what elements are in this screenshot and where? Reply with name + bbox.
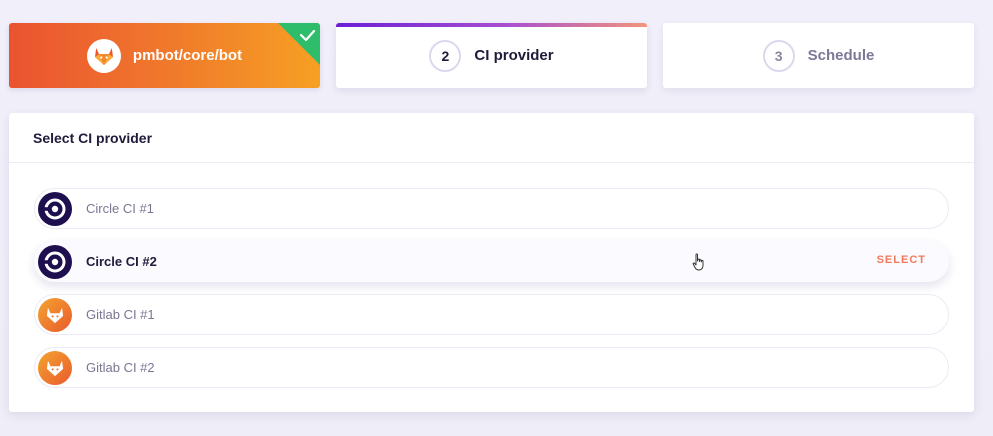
provider-item[interactable]: Circle CI #1: [34, 188, 949, 229]
select-button[interactable]: SELECT: [877, 254, 926, 266]
provider-label: Circle CI #1: [86, 201, 154, 216]
provider-label: Gitlab CI #2: [86, 360, 155, 375]
step-ci-provider[interactable]: 2 CI provider: [336, 23, 647, 88]
gitlab-fox-icon: [38, 297, 72, 332]
step-schedule-label: Schedule: [807, 47, 875, 64]
circleci-icon: [38, 244, 72, 279]
provider-item[interactable]: Gitlab CI #1: [34, 294, 949, 335]
provider-label: Circle CI #2: [86, 254, 157, 269]
provider-item[interactable]: Gitlab CI #2: [34, 347, 949, 388]
check-icon: [278, 23, 320, 65]
circleci-icon: [38, 191, 72, 226]
gitlab-fox-icon: [86, 38, 121, 73]
step-repository-label: pmbot/core/bot: [132, 47, 243, 64]
step-schedule[interactable]: 3 Schedule: [663, 23, 974, 88]
panel-header: Select CI provider: [9, 113, 974, 163]
gitlab-fox-icon: [38, 350, 72, 385]
step-number: 2: [429, 39, 462, 72]
wizard-steps: pmbot/core/bot 2 CI provider 3 Schedule: [9, 23, 974, 88]
active-step-indicator: [336, 23, 647, 27]
step-number: 3: [762, 39, 795, 72]
provider-list: Circle CI #1 Circle CI #2 SELECT Gitlab …: [34, 188, 949, 400]
provider-item[interactable]: Circle CI #2 SELECT: [34, 241, 949, 282]
hand-cursor-icon: [692, 253, 704, 271]
step-ci-provider-label: CI provider: [474, 47, 554, 64]
step-repository[interactable]: pmbot/core/bot: [9, 23, 320, 88]
panel-title: Select CI provider: [33, 129, 153, 146]
provider-label: Gitlab CI #1: [86, 307, 155, 322]
